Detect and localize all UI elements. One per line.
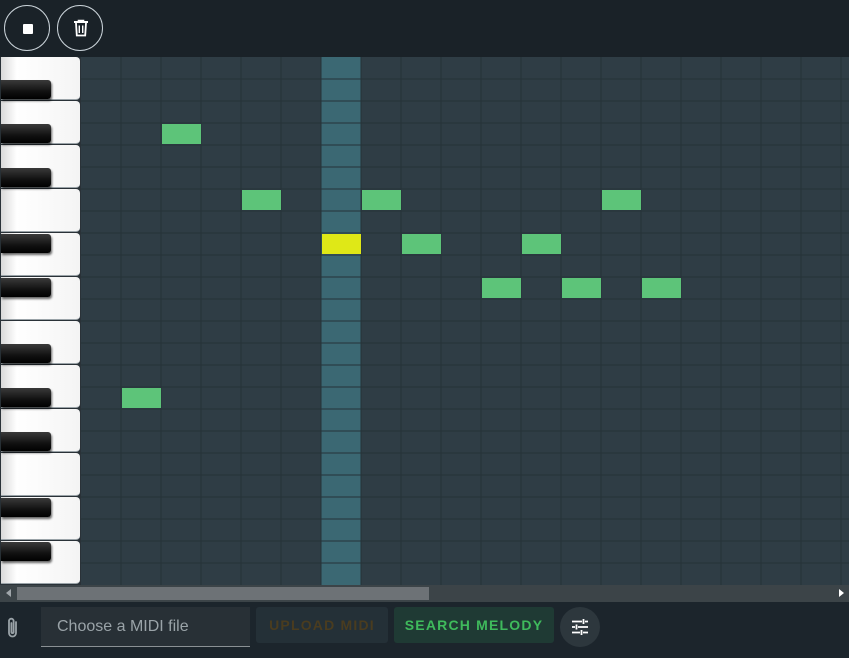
horizontal-scrollbar[interactable] xyxy=(0,585,849,602)
note[interactable] xyxy=(242,190,281,210)
midi-file-field[interactable]: Choose a MIDI file xyxy=(41,607,250,647)
clear-notes-button[interactable] xyxy=(57,5,103,51)
stop-button[interactable] xyxy=(4,5,50,51)
white-key[interactable] xyxy=(1,453,80,496)
note[interactable] xyxy=(562,278,601,298)
black-key[interactable] xyxy=(1,80,51,99)
stop-icon xyxy=(23,24,33,34)
bottom-bar: Choose a MIDI file UPLOAD MIDI SEARCH ME… xyxy=(0,602,849,658)
piano-roll-app: Choose a MIDI file UPLOAD MIDI SEARCH ME… xyxy=(0,0,849,658)
black-key[interactable] xyxy=(1,344,51,363)
black-key[interactable] xyxy=(1,432,51,451)
note[interactable] xyxy=(482,278,521,298)
paperclip-icon[interactable] xyxy=(4,616,22,640)
black-key[interactable] xyxy=(1,498,51,517)
note[interactable] xyxy=(602,190,641,210)
black-key[interactable] xyxy=(1,278,51,297)
upload-midi-button[interactable]: UPLOAD MIDI xyxy=(256,607,388,643)
scroll-right-icon[interactable] xyxy=(839,589,844,597)
search-melody-button[interactable]: SEARCH MELODY xyxy=(394,607,554,643)
black-key[interactable] xyxy=(1,234,51,253)
note[interactable] xyxy=(122,388,161,408)
note-grid[interactable] xyxy=(81,57,849,585)
note[interactable] xyxy=(162,124,201,144)
midi-file-placeholder: Choose a MIDI file xyxy=(57,618,189,635)
scroll-left-icon[interactable] xyxy=(6,589,11,597)
piano-roll xyxy=(0,57,849,585)
note[interactable] xyxy=(362,190,401,210)
sliders-icon xyxy=(572,619,588,635)
trash-icon xyxy=(74,19,88,37)
black-key[interactable] xyxy=(1,388,51,407)
note[interactable] xyxy=(522,234,561,254)
note[interactable] xyxy=(642,278,681,298)
black-key[interactable] xyxy=(1,168,51,187)
top-toolbar xyxy=(0,0,849,58)
active-note[interactable] xyxy=(322,234,361,254)
black-key[interactable] xyxy=(1,124,51,143)
black-key[interactable] xyxy=(1,542,51,561)
settings-button[interactable] xyxy=(560,607,600,647)
note[interactable] xyxy=(402,234,441,254)
white-key[interactable] xyxy=(1,189,80,232)
piano-keyboard xyxy=(0,57,81,585)
scrollbar-thumb[interactable] xyxy=(17,587,429,600)
